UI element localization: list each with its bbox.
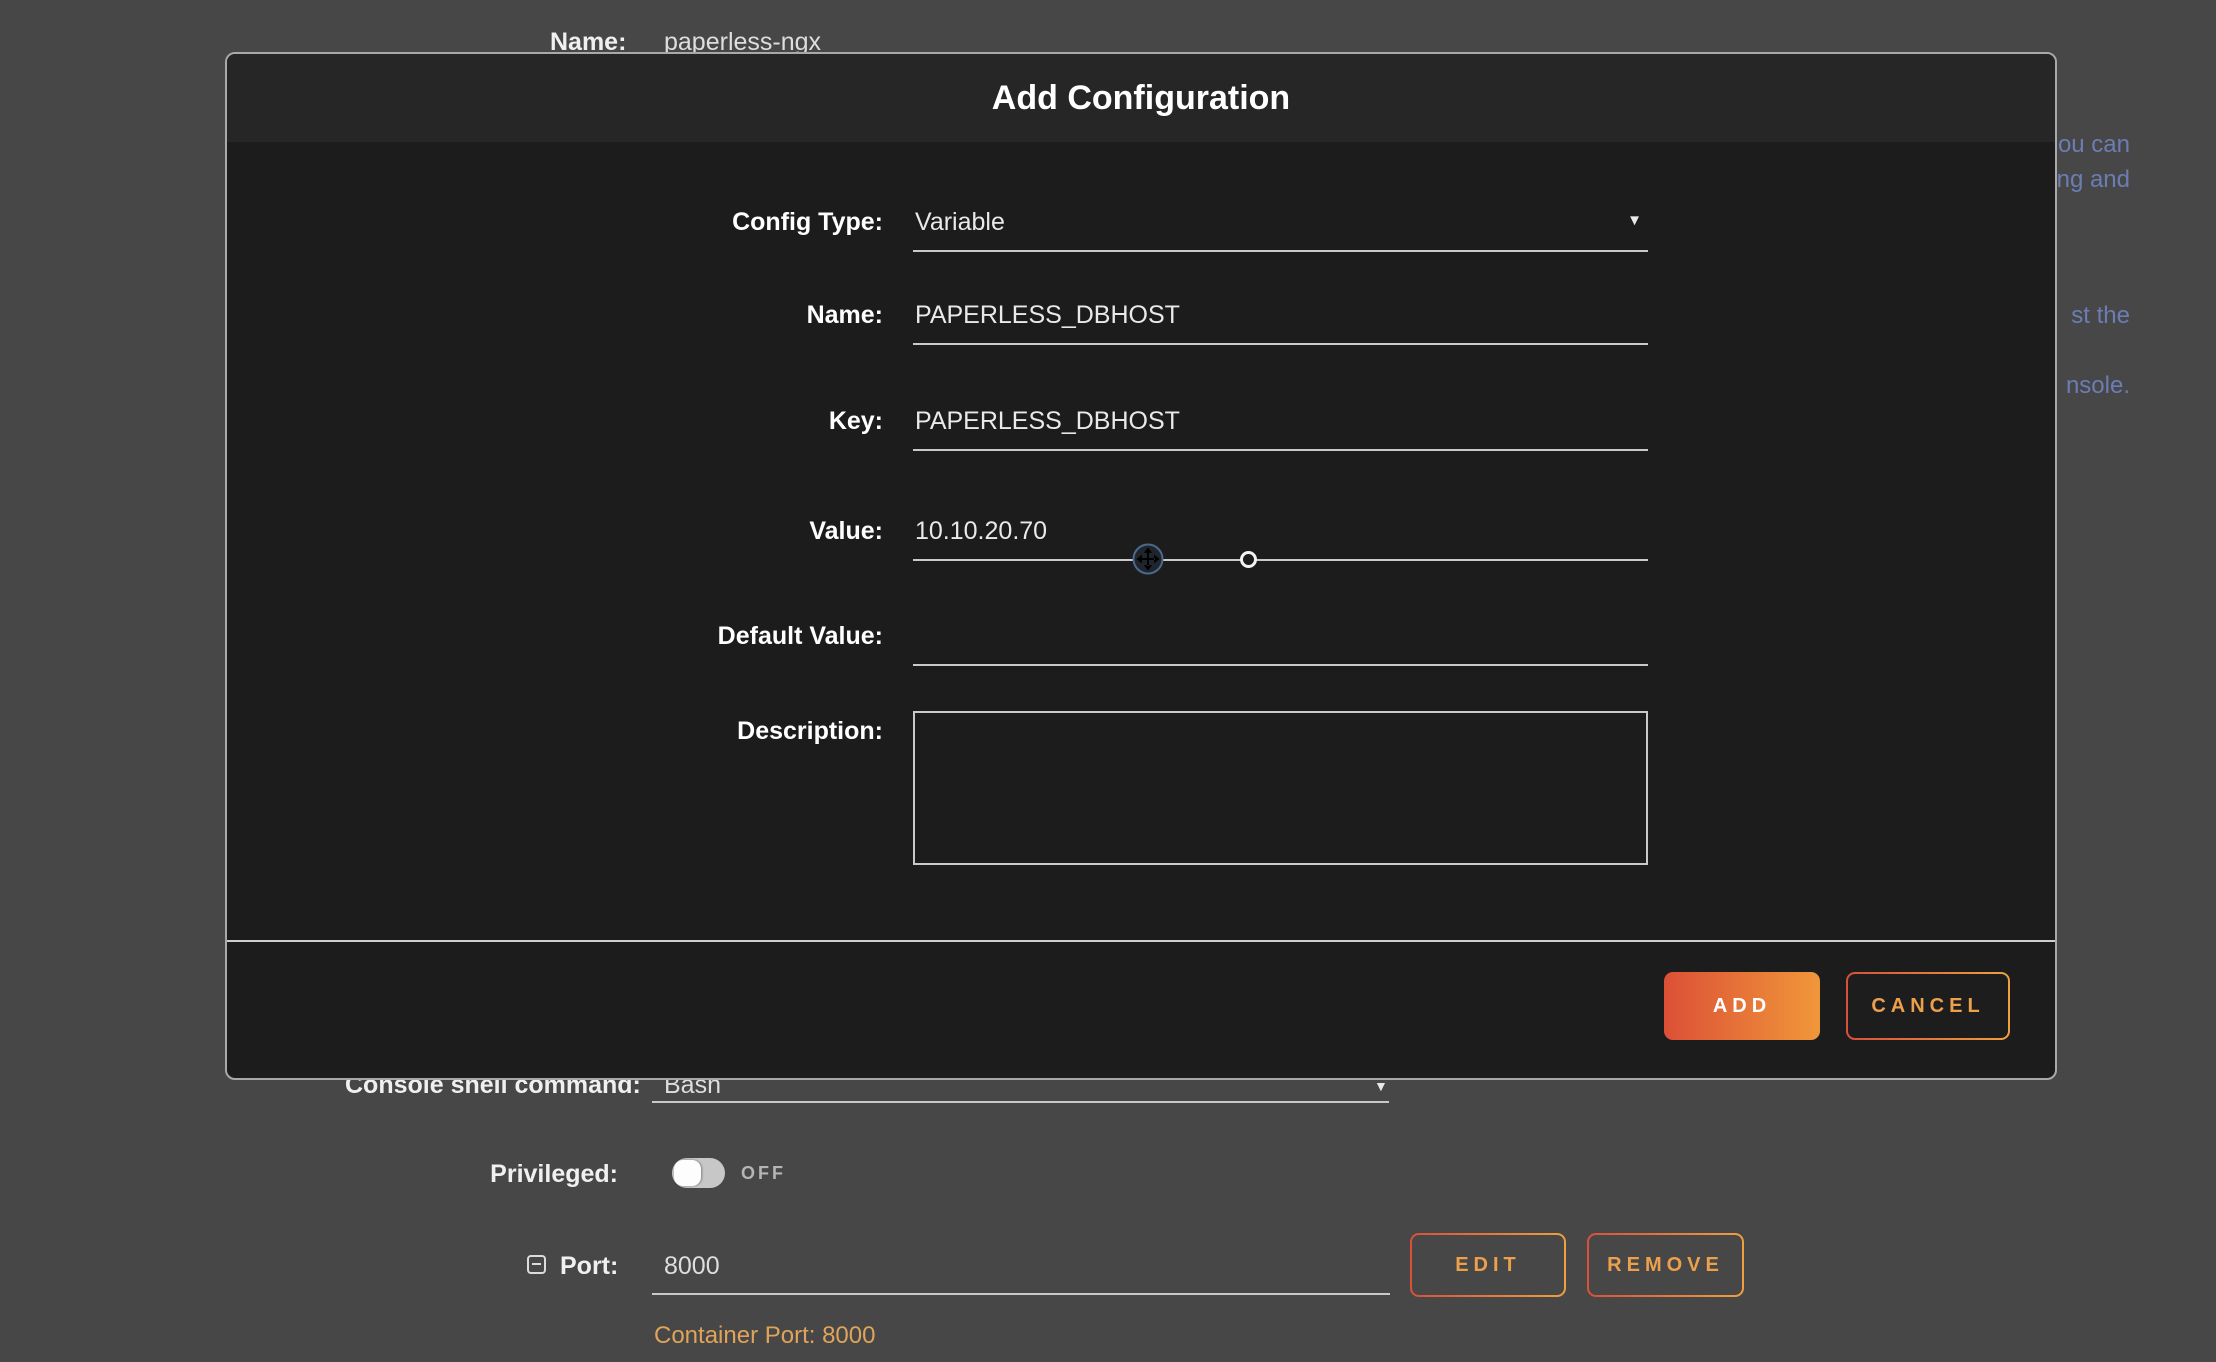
privileged-label: Privileged: [398, 1160, 618, 1189]
cancel-button[interactable]: CANCEL [1846, 972, 2010, 1040]
add-button[interactable]: ADD [1664, 972, 1820, 1040]
click-indicator-icon [1240, 551, 1257, 568]
modal-footer-divider [227, 940, 2055, 942]
chevron-down-icon: ▼ [1627, 212, 1642, 229]
config-type-select[interactable]: Variable ▼ [913, 194, 1648, 252]
name-input[interactable] [913, 287, 1648, 343]
value-label: Value: [227, 503, 883, 559]
modal-title: Add Configuration [992, 79, 1290, 118]
default-value-label: Default Value: [227, 608, 883, 664]
collapse-minus-icon[interactable] [527, 1255, 546, 1274]
bg-help-text-fragment: ou can [2058, 131, 2130, 159]
config-type-label: Config Type: [227, 194, 883, 250]
bg-help-text-fragment: ng and [2057, 166, 2130, 194]
description-label: Description: [227, 717, 883, 746]
modal-header: Add Configuration [227, 54, 2055, 142]
bg-help-text-fragment: st the [2071, 302, 2130, 330]
console-shell-underline [652, 1101, 1389, 1103]
chevron-down-icon[interactable]: ▼ [1374, 1078, 1388, 1094]
edit-button[interactable]: EDIT [1410, 1233, 1566, 1297]
key-input[interactable] [913, 393, 1648, 449]
default-value-row: Default Value: [227, 608, 2055, 664]
name-label: Name: [227, 287, 883, 343]
page: Name: paperless-ngx ou can ng and st the… [0, 0, 2216, 1362]
move-cursor-icon [1132, 543, 1164, 575]
config-type-row: Config Type: Variable ▼ [227, 194, 2055, 250]
config-type-value: Variable [913, 194, 1648, 250]
bg-help-text-fragment: nsole. [2066, 372, 2130, 400]
name-row: Name: [227, 287, 2055, 343]
container-port-text: Container Port: 8000 [654, 1322, 875, 1350]
value-input[interactable] [913, 503, 1648, 559]
port-input[interactable]: 8000 [664, 1252, 720, 1281]
key-row: Key: [227, 393, 2055, 449]
default-value-input[interactable] [913, 608, 1648, 664]
port-label: Port: [560, 1252, 618, 1281]
port-underline [652, 1293, 1390, 1295]
description-textarea[interactable] [913, 711, 1648, 865]
key-label: Key: [227, 393, 883, 449]
add-configuration-modal: Add Configuration Config Type: Variable … [225, 52, 2057, 1080]
toggle-knob-icon [674, 1160, 701, 1186]
privileged-state: OFF [741, 1163, 786, 1184]
remove-button[interactable]: REMOVE [1587, 1233, 1744, 1297]
privileged-toggle[interactable] [672, 1158, 725, 1188]
